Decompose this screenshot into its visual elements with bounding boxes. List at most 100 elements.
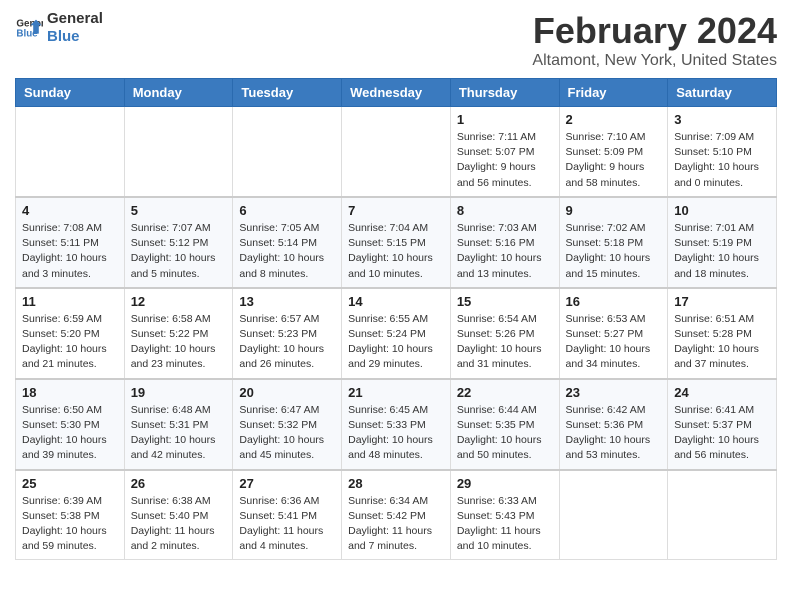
day-number: 27 [239, 476, 335, 491]
calendar-cell: 1 Sunrise: 7:11 AMSunset: 5:07 PMDaylight… [450, 107, 559, 197]
week-row-1: 1 Sunrise: 7:11 AMSunset: 5:07 PMDaylight… [16, 107, 777, 197]
day-number: 25 [22, 476, 118, 491]
day-info: Sunrise: 6:48 AMSunset: 5:31 PMDaylight:… [131, 403, 227, 464]
day-number: 18 [22, 385, 118, 400]
week-row-5: 25 Sunrise: 6:39 AMSunset: 5:38 PMDayligh… [16, 470, 777, 560]
calendar-cell [124, 107, 233, 197]
location-subtitle: Altamont, New York, United States [532, 52, 777, 70]
calendar-cell: 4 Sunrise: 7:08 AMSunset: 5:11 PMDaylight… [16, 197, 125, 288]
logo-general: General [47, 10, 103, 28]
day-number: 2 [566, 112, 662, 127]
day-info: Sunrise: 6:55 AMSunset: 5:24 PMDaylight:… [348, 312, 444, 373]
day-number: 16 [566, 294, 662, 309]
calendar-cell: 29Sunrise: 6:33 AMSunset: 5:43 PMDayligh… [450, 470, 559, 560]
day-info: Sunrise: 7:02 AMSunset: 5:18 PMDaylight:… [566, 221, 662, 282]
calendar-cell: 27 Sunrise: 6:36 AMSunset: 5:41 PMDayligh… [233, 470, 342, 560]
calendar-cell: 8 Sunrise: 7:03 AMSunset: 5:16 PMDaylight… [450, 197, 559, 288]
calendar-cell: 5 Sunrise: 7:07 AMSunset: 5:12 PMDaylight… [124, 197, 233, 288]
day-number: 22 [457, 385, 553, 400]
logo-blue: Blue [47, 28, 103, 46]
month-year-title: February 2024 [532, 10, 777, 52]
day-info: Sunrise: 7:08 AMSunset: 5:11 PMDaylight:… [22, 221, 118, 282]
day-info: Sunrise: 6:39 AMSunset: 5:38 PMDaylight:… [22, 494, 118, 555]
calendar-cell [559, 470, 668, 560]
calendar-cell: 14 Sunrise: 6:55 AMSunset: 5:24 PMDayligh… [342, 288, 451, 379]
calendar-cell: 9 Sunrise: 7:02 AMSunset: 5:18 PMDaylight… [559, 197, 668, 288]
calendar-cell: 22 Sunrise: 6:44 AMSunset: 5:35 PMDayligh… [450, 379, 559, 470]
day-info: Sunrise: 6:42 AMSunset: 5:36 PMDaylight:… [566, 403, 662, 464]
day-number: 1 [457, 112, 553, 127]
day-info: Sunrise: 7:04 AMSunset: 5:15 PMDaylight:… [348, 221, 444, 282]
day-info: Sunrise: 7:05 AMSunset: 5:14 PMDaylight:… [239, 221, 335, 282]
col-header-tuesday: Tuesday [233, 79, 342, 107]
day-number: 14 [348, 294, 444, 309]
day-number: 8 [457, 203, 553, 218]
col-header-monday: Monday [124, 79, 233, 107]
day-info: Sunrise: 6:45 AMSunset: 5:33 PMDaylight:… [348, 403, 444, 464]
day-number: 11 [22, 294, 118, 309]
day-info: Sunrise: 6:44 AMSunset: 5:35 PMDaylight:… [457, 403, 553, 464]
calendar-cell: 3 Sunrise: 7:09 AMSunset: 5:10 PMDaylight… [668, 107, 777, 197]
day-info: Sunrise: 7:07 AMSunset: 5:12 PMDaylight:… [131, 221, 227, 282]
calendar-cell [233, 107, 342, 197]
day-number: 15 [457, 294, 553, 309]
calendar-cell [668, 470, 777, 560]
calendar-table: SundayMondayTuesdayWednesdayThursdayFrid… [15, 78, 777, 560]
day-info: Sunrise: 7:10 AMSunset: 5:09 PMDaylight:… [566, 130, 662, 191]
day-info: Sunrise: 6:34 AMSunset: 5:42 PMDaylight:… [348, 494, 444, 555]
day-number: 10 [674, 203, 770, 218]
header: General Blue General Blue February 2024 … [15, 10, 777, 70]
day-info: Sunrise: 7:09 AMSunset: 5:10 PMDaylight:… [674, 130, 770, 191]
day-info: Sunrise: 6:33 AMSunset: 5:43 PMDaylight:… [457, 494, 553, 555]
calendar-cell: 19Sunrise: 6:48 AMSunset: 5:31 PMDayligh… [124, 379, 233, 470]
logo-icon: General Blue [15, 14, 43, 42]
day-number: 6 [239, 203, 335, 218]
day-info: Sunrise: 6:36 AMSunset: 5:41 PMDaylight:… [239, 494, 335, 555]
calendar-cell: 6 Sunrise: 7:05 AMSunset: 5:14 PMDaylight… [233, 197, 342, 288]
calendar-cell: 20 Sunrise: 6:47 AMSunset: 5:32 PMDayligh… [233, 379, 342, 470]
col-header-saturday: Saturday [668, 79, 777, 107]
day-number: 23 [566, 385, 662, 400]
day-info: Sunrise: 7:11 AMSunset: 5:07 PMDaylight:… [457, 130, 553, 191]
calendar-cell: 17Sunrise: 6:51 AMSunset: 5:28 PMDayligh… [668, 288, 777, 379]
day-number: 9 [566, 203, 662, 218]
day-number: 3 [674, 112, 770, 127]
day-number: 20 [239, 385, 335, 400]
calendar-cell [16, 107, 125, 197]
calendar-cell: 12 Sunrise: 6:58 AMSunset: 5:22 PMDayligh… [124, 288, 233, 379]
day-info: Sunrise: 7:03 AMSunset: 5:16 PMDaylight:… [457, 221, 553, 282]
calendar-cell: 13 Sunrise: 6:57 AMSunset: 5:23 PMDayligh… [233, 288, 342, 379]
day-info: Sunrise: 6:50 AMSunset: 5:30 PMDaylight:… [22, 403, 118, 464]
day-info: Sunrise: 6:41 AMSunset: 5:37 PMDaylight:… [674, 403, 770, 464]
day-info: Sunrise: 7:01 AMSunset: 5:19 PMDaylight:… [674, 221, 770, 282]
calendar-cell: 24Sunrise: 6:41 AMSunset: 5:37 PMDayligh… [668, 379, 777, 470]
day-number: 5 [131, 203, 227, 218]
day-info: Sunrise: 6:54 AMSunset: 5:26 PMDaylight:… [457, 312, 553, 373]
calendar-cell: 23 Sunrise: 6:42 AMSunset: 5:36 PMDayligh… [559, 379, 668, 470]
calendar-cell: 25 Sunrise: 6:39 AMSunset: 5:38 PMDayligh… [16, 470, 125, 560]
calendar-cell: 15 Sunrise: 6:54 AMSunset: 5:26 PMDayligh… [450, 288, 559, 379]
day-info: Sunrise: 6:47 AMSunset: 5:32 PMDaylight:… [239, 403, 335, 464]
day-number: 4 [22, 203, 118, 218]
col-header-thursday: Thursday [450, 79, 559, 107]
col-header-friday: Friday [559, 79, 668, 107]
week-row-4: 18 Sunrise: 6:50 AMSunset: 5:30 PMDayligh… [16, 379, 777, 470]
day-info: Sunrise: 6:53 AMSunset: 5:27 PMDaylight:… [566, 312, 662, 373]
week-row-2: 4 Sunrise: 7:08 AMSunset: 5:11 PMDaylight… [16, 197, 777, 288]
header-row: SundayMondayTuesdayWednesdayThursdayFrid… [16, 79, 777, 107]
calendar-cell: 26Sunrise: 6:38 AMSunset: 5:40 PMDayligh… [124, 470, 233, 560]
calendar-cell: 28 Sunrise: 6:34 AMSunset: 5:42 PMDayligh… [342, 470, 451, 560]
calendar-cell: 7 Sunrise: 7:04 AMSunset: 5:15 PMDaylight… [342, 197, 451, 288]
day-info: Sunrise: 6:51 AMSunset: 5:28 PMDaylight:… [674, 312, 770, 373]
day-number: 7 [348, 203, 444, 218]
col-header-wednesday: Wednesday [342, 79, 451, 107]
col-header-sunday: Sunday [16, 79, 125, 107]
day-info: Sunrise: 6:58 AMSunset: 5:22 PMDaylight:… [131, 312, 227, 373]
day-info: Sunrise: 6:57 AMSunset: 5:23 PMDaylight:… [239, 312, 335, 373]
logo: General Blue General Blue [15, 10, 103, 46]
day-number: 13 [239, 294, 335, 309]
day-number: 28 [348, 476, 444, 491]
calendar-cell: 11Sunrise: 6:59 AMSunset: 5:20 PMDayligh… [16, 288, 125, 379]
day-number: 12 [131, 294, 227, 309]
calendar-cell: 16 Sunrise: 6:53 AMSunset: 5:27 PMDayligh… [559, 288, 668, 379]
